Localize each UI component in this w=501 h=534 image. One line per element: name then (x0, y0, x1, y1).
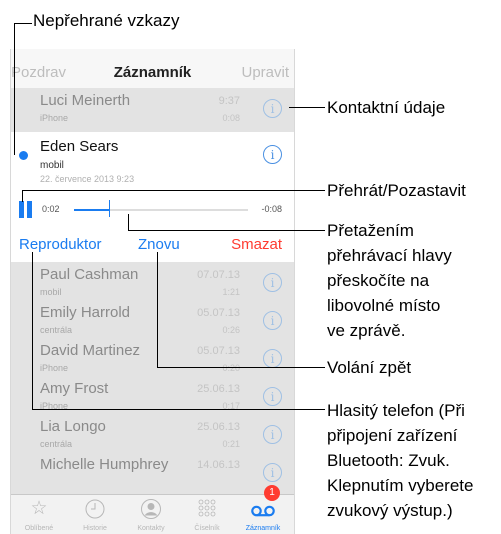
voicemail-date: 05.07.13 (197, 345, 240, 357)
clock-icon (67, 498, 123, 520)
callout-scrub-line-4: libovolné místo (327, 296, 441, 315)
voicemail-icon (235, 498, 291, 520)
voicemail-date: 25.06.13 (197, 421, 240, 433)
leader-line-speaker (32, 409, 325, 410)
tab-keypad[interactable]: Číselník (179, 495, 235, 534)
caller-label: mobil (40, 287, 62, 297)
callout-speaker-line-5: zvukový výstup.) (327, 501, 453, 520)
tab-recents[interactable]: Historie (67, 495, 123, 534)
caller-label: centrála (40, 439, 73, 449)
callout-contact: Kontaktní údaje (327, 98, 446, 117)
keypad-icon (179, 498, 235, 520)
leader-line-playpause (22, 190, 23, 202)
caller-label: iPhone (40, 363, 69, 373)
leader-line-contact (289, 107, 325, 108)
callout-unread: Nepřehrané vzkazy (33, 11, 180, 30)
info-icon[interactable]: i (263, 349, 282, 368)
leader-line-scrub (128, 214, 129, 230)
info-icon[interactable]: i (263, 99, 282, 118)
caller-name: Paul Cashman (40, 266, 139, 283)
pause-button[interactable] (19, 201, 33, 218)
voicemail-date: 25.06.13 (197, 383, 240, 395)
callout-speaker-line-4: Klepnutím vyberete (327, 476, 474, 495)
callout-scrub-line-5: ve zprávě. (327, 321, 406, 340)
voicemail-screen: Pozdrav Záznamník Upravit Luci Meinerth … (10, 49, 295, 534)
leader-line-unread (14, 23, 32, 24)
callout-scrub-line-1: Přetažením (327, 221, 414, 240)
unread-badge: 1 (264, 485, 280, 501)
callout-speaker-line-2: připojení zařízení (327, 426, 458, 445)
caller-name: Eden Sears (40, 138, 119, 155)
voicemail-duration: 1:21 (222, 287, 240, 297)
remaining-time: -0:08 (261, 204, 282, 214)
info-icon[interactable]: i (263, 273, 282, 292)
callout-playpause: Přehrát/Pozastavit (327, 181, 466, 200)
info-icon[interactable]: i (263, 425, 282, 444)
callout-scrub-line-3: přeskočíte na (327, 271, 430, 290)
leader-line-callback (157, 367, 325, 368)
playhead[interactable] (108, 200, 110, 217)
callout-scrub-line-2: přehrávací hlavy (327, 246, 452, 265)
info-icon[interactable]: i (263, 145, 282, 164)
info-icon[interactable]: i (263, 311, 282, 330)
scrubber-progress (74, 209, 109, 211)
tab-contacts[interactable]: Kontakty (123, 495, 179, 534)
star-icon: ☆ (30, 498, 48, 519)
caller-label: iPhone (40, 113, 69, 123)
callout-speaker: Hlasitý telefon (Při připojení zařízení … (327, 398, 473, 523)
voicemail-date: 05.07.13 (197, 307, 240, 319)
callout-callback: Volání zpět (327, 358, 412, 377)
tab-bar: ☆ Oblíbené Historie Kontakty Číselník Zá… (11, 485, 294, 534)
caller-label: mobil (40, 160, 64, 171)
elapsed-time: 0:02 (42, 204, 60, 214)
leader-line-speaker (32, 252, 33, 409)
voicemail-date: 07.07.13 (197, 269, 240, 281)
caller-name: Emily Harrold (40, 304, 131, 321)
call-back-button[interactable]: Znovu (138, 236, 180, 253)
voicemail-duration: 0:21 (222, 439, 240, 449)
tab-label: Záznamník (245, 525, 281, 532)
leader-line-playpause (22, 190, 325, 191)
tab-label: Oblíbené (24, 525, 54, 532)
info-icon[interactable]: i (263, 463, 282, 482)
speaker-button[interactable]: Reproduktor (19, 236, 102, 253)
caller-name: David Martinez (40, 342, 141, 359)
caller-name: Lia Longo (40, 418, 106, 435)
delete-button[interactable]: Smazat (231, 236, 282, 253)
tab-favorites[interactable]: ☆ Oblíbené (11, 495, 67, 534)
leader-line-callback (157, 252, 158, 367)
pause-icon (19, 201, 24, 218)
voicemail-duration: 0:08 (222, 113, 240, 123)
unread-dot-icon (19, 151, 28, 160)
tab-label: Historie (83, 525, 107, 532)
caller-name: Luci Meinerth (40, 92, 131, 109)
tab-label: Číselník (194, 525, 220, 532)
voicemail-date: 14.06.13 (197, 459, 240, 471)
callout-speaker-line-3: Bluetooth: Zvuk. (327, 451, 450, 470)
voicemail-duration: 0:26 (222, 325, 240, 335)
voicemail-date: 22. července 2013 9:23 (40, 174, 135, 184)
tab-label: Kontakty (137, 525, 165, 532)
voicemail-duration: 0:20 (222, 363, 240, 373)
info-icon[interactable]: i (263, 387, 282, 406)
edit-button[interactable]: Upravit (241, 64, 289, 81)
voicemail-row[interactable]: Luci Meinerth iPhone 9:37 0:08 i (11, 88, 294, 133)
tab-voicemail[interactable]: Záznamník 1 (235, 485, 291, 534)
leader-line-scrub (128, 230, 325, 231)
voicemail-date: 9:37 (218, 95, 240, 107)
caller-name: Amy Frost (40, 380, 109, 397)
scrubber-track[interactable] (74, 209, 248, 211)
leader-line-unread (14, 23, 15, 155)
caller-label: centrála (40, 325, 73, 335)
caller-name: Michelle Humphrey (40, 456, 169, 473)
callout-speaker-line-1: Hlasitý telefon (Při (327, 401, 465, 420)
person-icon (123, 498, 179, 520)
callout-scrub: Přetažením přehrávací hlavy přeskočíte n… (327, 218, 452, 343)
voicemail-row[interactable]: Michelle Humphrey 14.06.13 i (11, 452, 294, 497)
